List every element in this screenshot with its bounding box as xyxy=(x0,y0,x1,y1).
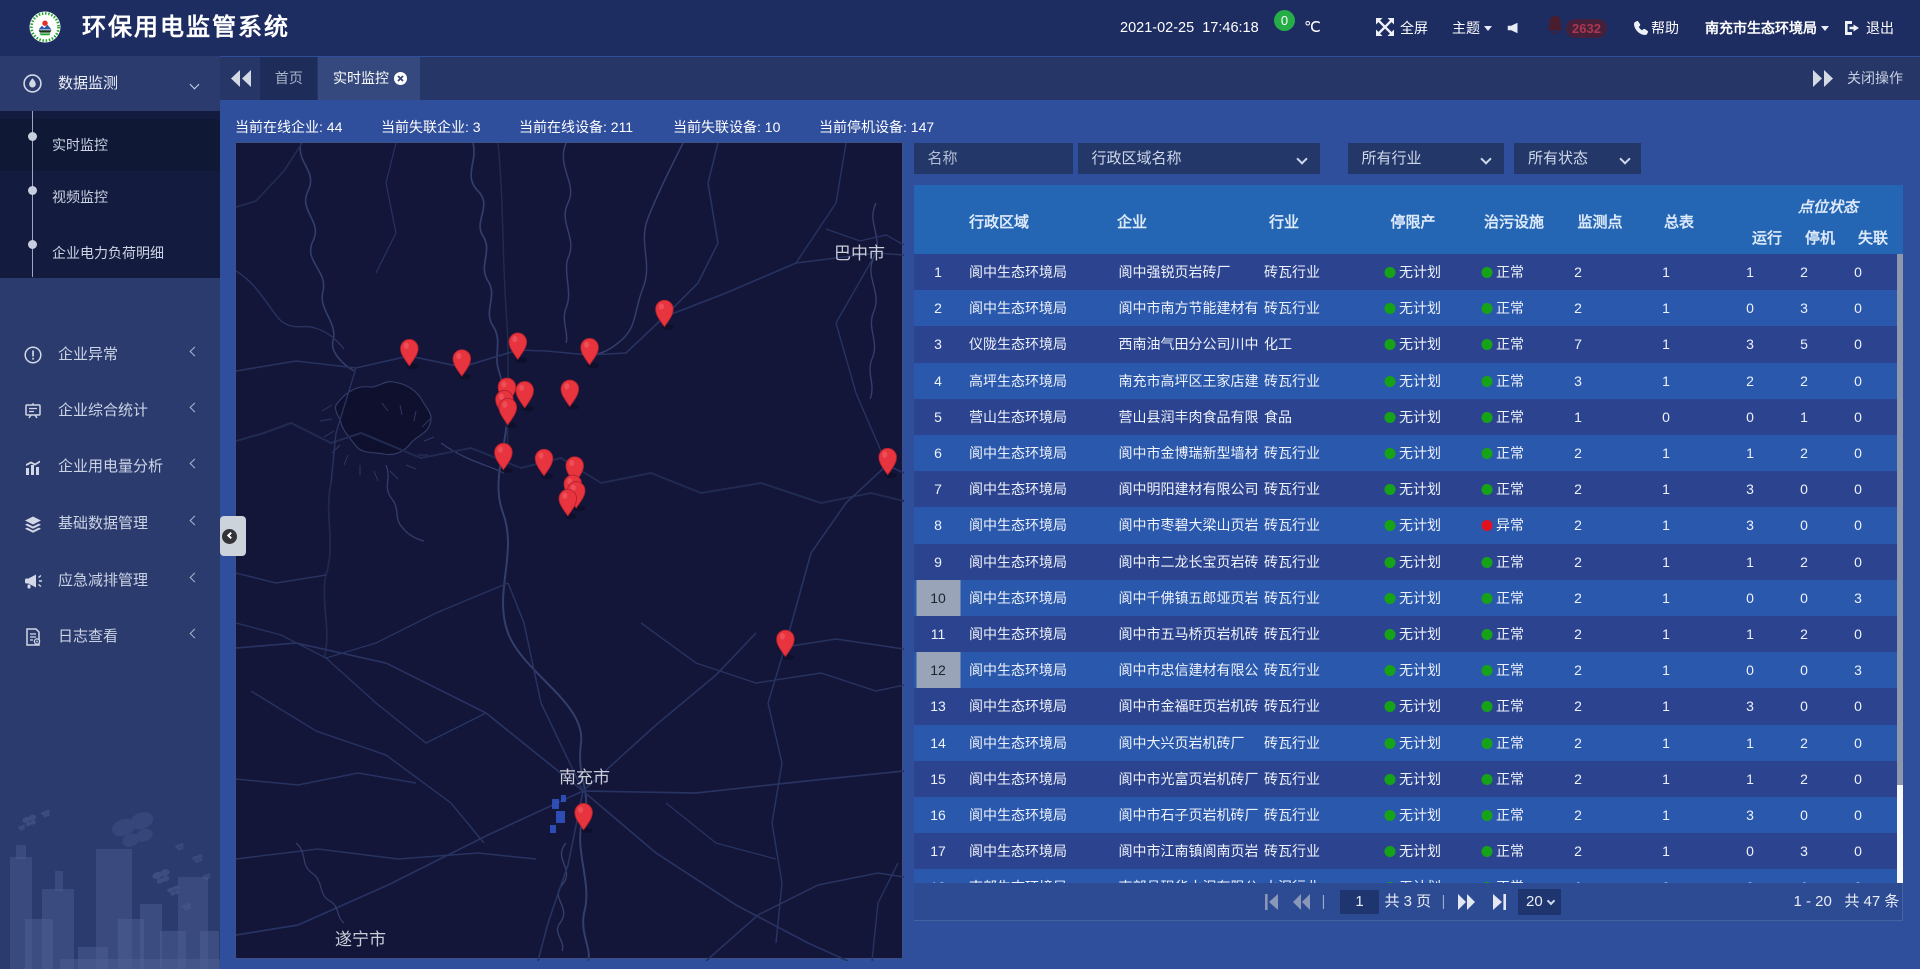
svg-text:遂宁市: 遂宁市 xyxy=(335,930,386,949)
svg-text:巴中市: 巴中市 xyxy=(834,244,885,263)
svg-text:南充市: 南充市 xyxy=(559,768,610,787)
